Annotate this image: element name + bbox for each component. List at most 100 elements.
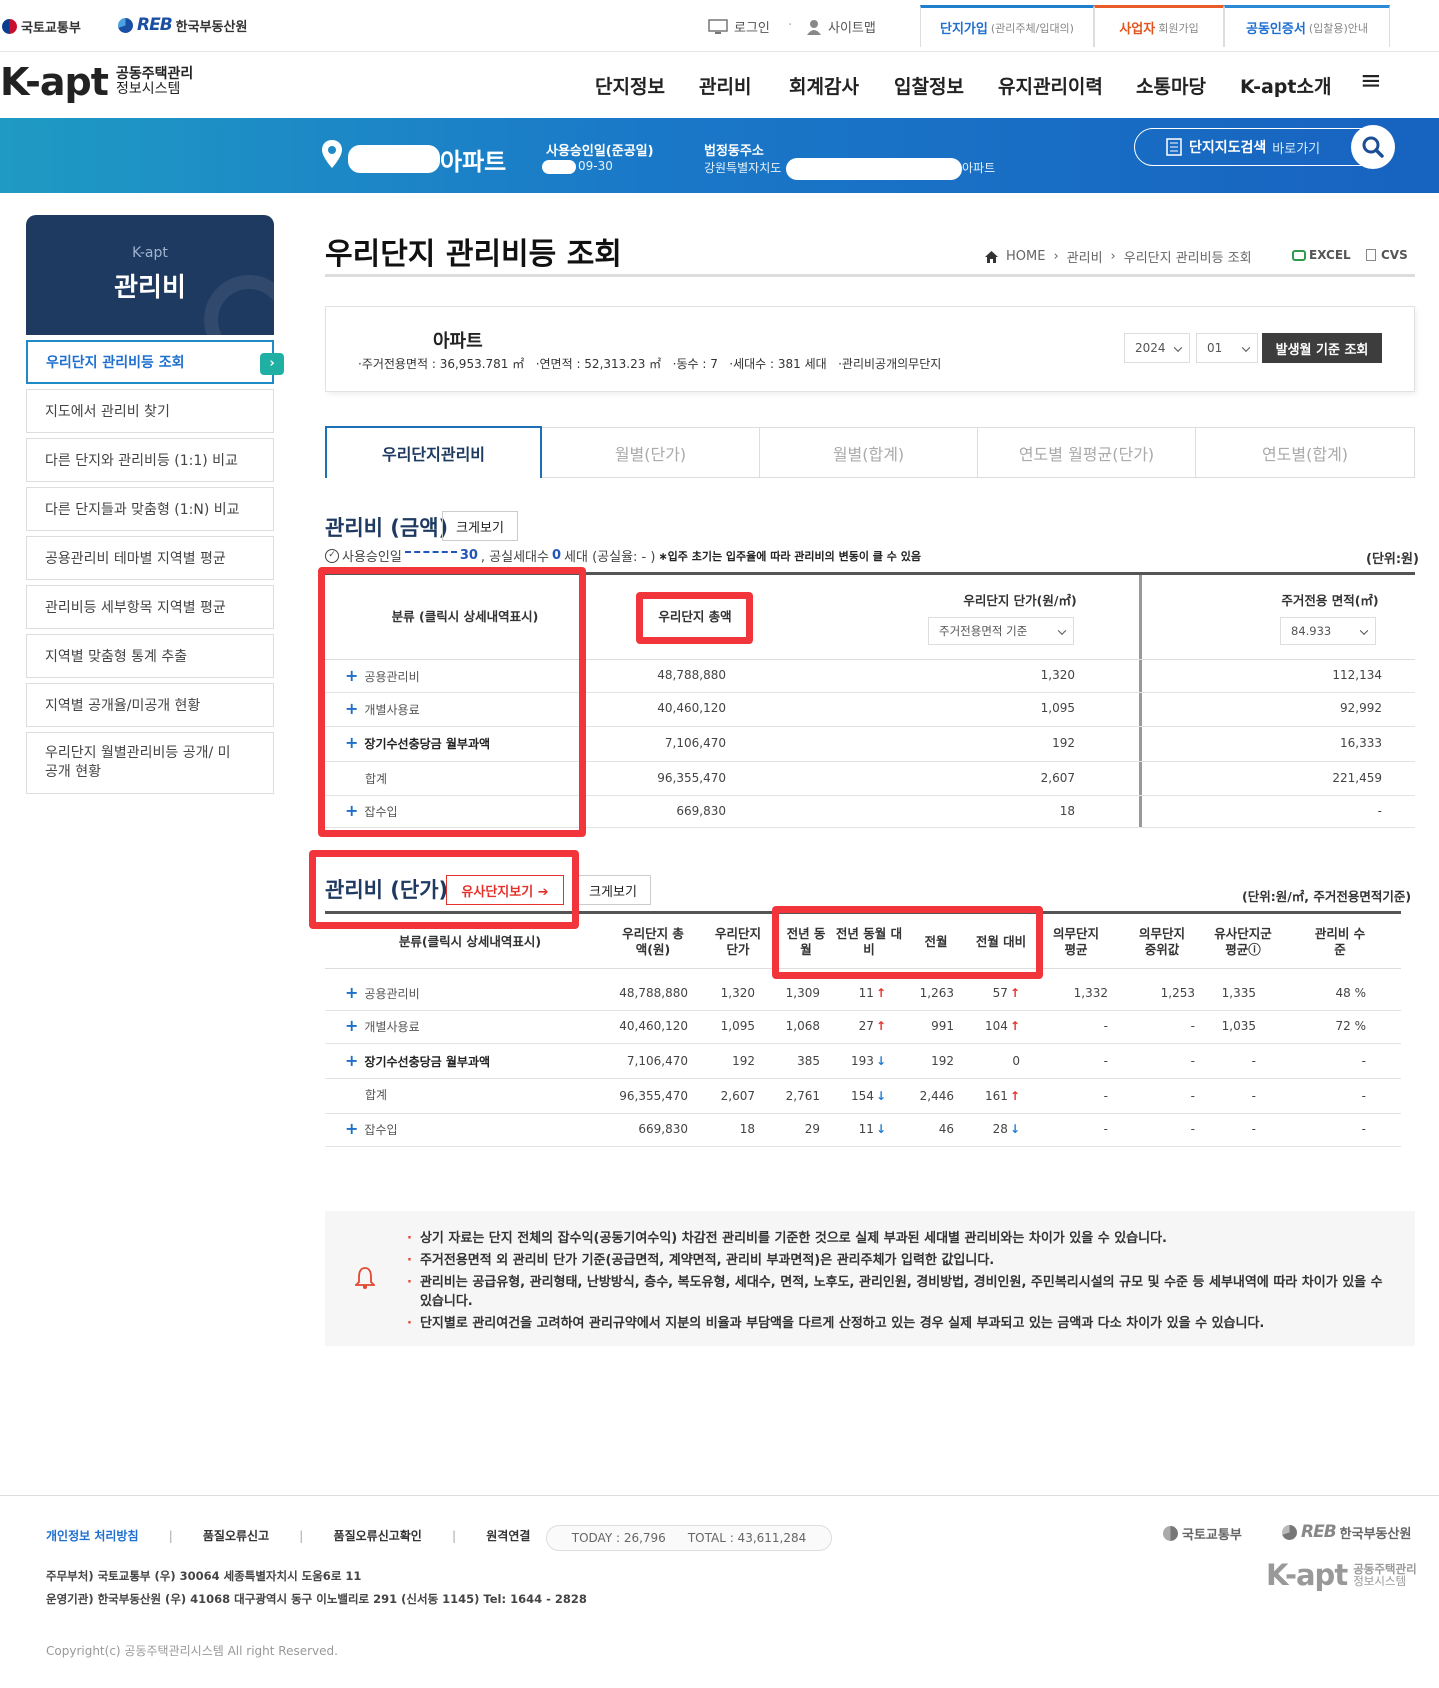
bell-icon (355, 1267, 375, 1289)
tab-yearly-total[interactable]: 연도별(합계) (1196, 428, 1414, 478)
row-pmd: 28 ↓ (962, 1122, 1020, 1136)
menu-bidding[interactable]: 입찰정보 (894, 72, 964, 99)
table-row[interactable]: + 장기수선충당금 월부과액 (345, 1051, 490, 1070)
breadcrumb-home[interactable]: HOME (1006, 249, 1045, 264)
login-link[interactable]: 로그인 (708, 17, 770, 36)
breadcrumb-current: 우리단지 관리비등 조회 (1123, 251, 1252, 266)
table-row[interactable]: + 잡수입 (345, 1119, 398, 1138)
row-avg-value: - (1103, 1089, 1108, 1103)
row-sim-value: - (1251, 1122, 1256, 1136)
notice-item: 관리비는 공급유형, 관리형태, 난방방식, 층수, 복도유형, 세대수, 면적… (419, 1275, 1383, 1309)
row-divider (325, 1146, 1401, 1147)
row-unit-price: 1,320 (1040, 668, 1075, 682)
row-py: 385 (772, 1054, 820, 1068)
row-py-value: 1,309 (785, 986, 820, 1000)
footer-privacy-link[interactable]: 개인정보 처리방침 (46, 1527, 139, 1544)
tab-business-join[interactable]: 사업자 회원가입 (1094, 5, 1224, 47)
footer-kapt-logo[interactable]: K-apt 공동주택관리 정보시스템 (1266, 1558, 1417, 1592)
row-py-value: 2,761 (785, 1089, 820, 1103)
row-pyd-value: 193 (851, 1054, 874, 1068)
sitemap-link[interactable]: 사이트맵 (806, 17, 876, 36)
row-pyd-value: 11 (858, 1122, 874, 1136)
sidebar-kapt: K-apt (132, 245, 168, 261)
unit-zoom-button[interactable]: 크게보기 (575, 875, 651, 905)
row-pmd-value: 57 (992, 986, 1008, 1000)
menu-management-fee[interactable]: 관리비 (699, 72, 751, 99)
cvs-download[interactable]: CVS (1366, 248, 1408, 262)
address-value: 강원특별자치도 (704, 161, 782, 175)
kapt-logo[interactable]: K-apt 공동주택관리 정보시스템 (0, 60, 193, 104)
sidebar-item-disclosure-rate[interactable]: 지역별 공개율/미공개 현황 (26, 683, 274, 727)
row-total-value: 40,460,120 (619, 1019, 688, 1033)
tab-monthly-total[interactable]: 월별(합계) (760, 428, 978, 478)
row-py-value: 29 (804, 1122, 820, 1136)
footer-report-link[interactable]: 품질오류신고 (203, 1527, 269, 1544)
row-category: 개별사용료 (364, 1020, 420, 1034)
sidebar-header: K-apt 관리비 (26, 215, 274, 335)
row-avg: - (1048, 1019, 1108, 1033)
row-divider (325, 1010, 1401, 1011)
footer-report-check-link[interactable]: 품질오류신고확인 (334, 1527, 422, 1544)
unit-section-unit: (단위:원/㎡, 주거전용면적기준) (1242, 889, 1412, 904)
reb-logo[interactable]: REB 한국부동산원 (118, 15, 247, 35)
row-total: 7,106,470 (618, 1054, 688, 1068)
arrow-up-icon: ↑ (875, 1019, 886, 1033)
address-label: 법정동주소 (704, 144, 764, 159)
map-search-button[interactable]: 단지지도검색 바로가기 (1134, 128, 1380, 166)
row-level-value: - (1361, 1089, 1366, 1103)
query-button[interactable]: 발생월 기준 조회 (1262, 333, 1382, 363)
footer-kapt-text: K-apt (1266, 1558, 1348, 1592)
sidebar-item-label: 지역별 맞춤형 통계 추출 (45, 649, 188, 665)
footer-reb-logo[interactable]: REB 한국부동산원 (1282, 1522, 1411, 1542)
row-med: 1,253 (1135, 986, 1195, 1000)
breadcrumb-fee[interactable]: 관리비 (1067, 247, 1103, 266)
sidebar-item-compare-1toN[interactable]: 다른 단지들과 맞춤형 (1:N) 비교 (26, 487, 274, 531)
amount-zoom-button[interactable]: 크게보기 (442, 511, 518, 541)
sitemap-label: 사이트맵 (828, 21, 876, 36)
tab-certificate[interactable]: 공동인증서 (입찰용)안내 (1224, 5, 1390, 47)
year-select[interactable]: 2024 (1124, 333, 1190, 363)
tab-complex-join[interactable]: 단지가입 (관리주체/입대의) (920, 5, 1094, 47)
footer-reb-mark: REB (1301, 1522, 1337, 1542)
footer-separator: | (168, 1528, 173, 1543)
approval-date-value: 09-30 (578, 159, 613, 173)
menu-complex-info[interactable]: 단지정보 (595, 72, 665, 99)
menu-community[interactable]: 소통마당 (1136, 72, 1206, 99)
excel-download[interactable]: EXCEL (1292, 248, 1351, 262)
menu-maintenance[interactable]: 유지관리이력 (998, 72, 1103, 99)
table-row[interactable]: + 개별사용료 (345, 1016, 420, 1035)
sidebar-item-my-complex[interactable]: 우리단지 관리비등 조회 › (26, 340, 284, 384)
visitor-counter: TODAY : 26,796 TOTAL : 43,611,284 (546, 1525, 832, 1551)
menu-about[interactable]: K-apt소개 (1240, 72, 1331, 99)
footer-remote-link[interactable]: 원격연결 (486, 1527, 530, 1544)
row-level-value: - (1361, 1054, 1366, 1068)
sidebar-item-theme-average[interactable]: 공용관리비 테마별 지역별 평균 (26, 536, 274, 580)
notice-item: 상기 자료는 단지 전체의 잡수익(공동기여수익) 차감전 관리비를 기준한 것… (419, 1231, 1167, 1246)
tab-my-complex-fee[interactable]: 우리단지관리비 (325, 426, 542, 478)
row-pyd: 27 ↑ (836, 1019, 886, 1033)
footer-ministry-logo[interactable]: 국토교통부 (1163, 1524, 1242, 1543)
sidebar-item-label: 공용관리비 테마별 지역별 평균 (45, 551, 226, 567)
sidebar-item-compare-1to1[interactable]: 다른 단지와 관리비등 (1:1) 비교 (26, 438, 274, 482)
monitor-icon (708, 18, 728, 34)
tab-yearly-avg-unit[interactable]: 연도별 월평균(단가) (978, 428, 1196, 478)
month-select[interactable]: 01 (1196, 333, 1258, 363)
row-level: - (1300, 1089, 1366, 1103)
sidebar-item-stats-extract[interactable]: 지역별 맞춤형 통계 추출 (26, 634, 274, 678)
sidebar-item-map-search[interactable]: 지도에서 관리비 찾기 (26, 389, 274, 433)
sidebar-item-monthly-disclosure[interactable]: 우리단지 월별관리비등 공개/ 미공개 현황 (26, 732, 274, 794)
hamburger-menu-icon[interactable]: ≡ (1360, 66, 1382, 96)
area-basis-select[interactable]: 주거전용면적 기준 (928, 617, 1074, 645)
ministry-logo[interactable]: 국토교통부 (2, 17, 81, 36)
area-basis-value: 주거전용면적 기준 (939, 624, 1028, 638)
area-size-select[interactable]: 84.933 (1280, 617, 1376, 645)
menu-audit[interactable]: 회계감사 (789, 72, 859, 99)
row-py: 29 (772, 1122, 820, 1136)
tab-monthly-unit[interactable]: 월별(단가) (542, 428, 760, 478)
sidebar-item-label: 다른 단지들과 맞춤형 (1:N) 비교 (45, 502, 240, 518)
table-row[interactable]: + 공용관리비 (345, 983, 420, 1002)
search-button[interactable] (1351, 125, 1395, 169)
row-py: 1,068 (772, 1019, 820, 1033)
sidebar-item-detail-average[interactable]: 관리비등 세부항목 지역별 평균 (26, 585, 274, 629)
row-level-value: - (1361, 1122, 1366, 1136)
